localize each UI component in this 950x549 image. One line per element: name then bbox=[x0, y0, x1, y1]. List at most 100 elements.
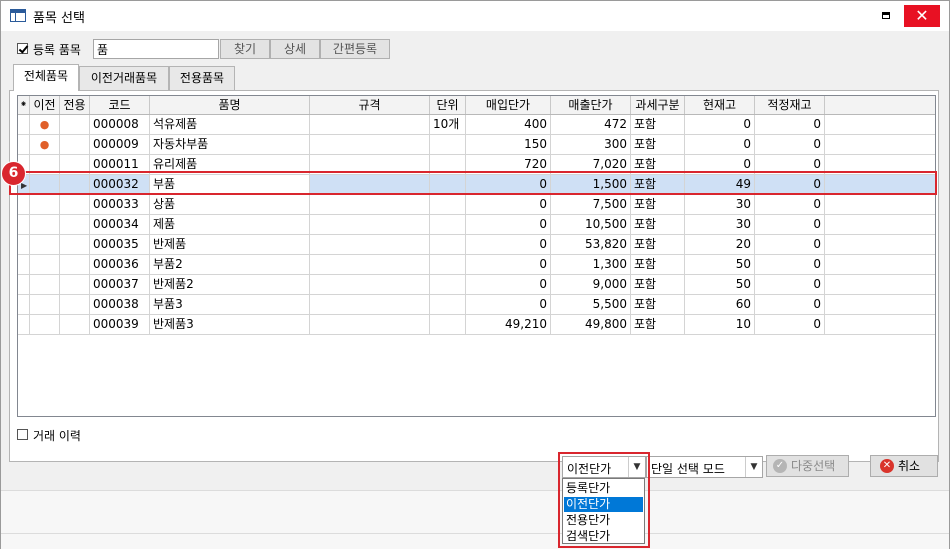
cell-tax[interactable]: 포함 bbox=[631, 275, 685, 295]
cell-exclusive[interactable] bbox=[60, 115, 90, 135]
cell-unit[interactable] bbox=[430, 315, 466, 335]
cell-name[interactable]: 반제품 bbox=[150, 235, 310, 255]
row-indicator[interactable] bbox=[18, 255, 30, 275]
col-buy-price[interactable]: 매입단가 bbox=[466, 96, 551, 114]
cell-stock[interactable]: 0 bbox=[685, 135, 755, 155]
cell-proper[interactable]: 0 bbox=[755, 215, 825, 235]
cell-proper[interactable]: 0 bbox=[755, 115, 825, 135]
selection-mode-select[interactable]: 단일 선택 모드 ▼ bbox=[646, 456, 763, 478]
cell-exclusive[interactable] bbox=[60, 295, 90, 315]
table-row[interactable]: 000033 상품 0 7,500 포함 30 0 bbox=[18, 195, 935, 215]
cell-tax[interactable]: 포함 bbox=[631, 315, 685, 335]
cell-spec[interactable] bbox=[310, 195, 430, 215]
cell-buy[interactable]: 0 bbox=[466, 275, 551, 295]
cell-stock[interactable]: 30 bbox=[685, 215, 755, 235]
cell-sell[interactable]: 1,300 bbox=[551, 255, 631, 275]
cell-prev[interactable] bbox=[30, 295, 60, 315]
cell-exclusive[interactable] bbox=[60, 255, 90, 275]
row-indicator[interactable] bbox=[18, 115, 30, 135]
cell-code[interactable]: 000008 bbox=[90, 115, 150, 135]
cell-sell[interactable]: 472 bbox=[551, 115, 631, 135]
cell-stock[interactable]: 50 bbox=[685, 275, 755, 295]
cell-exclusive[interactable] bbox=[60, 135, 90, 155]
row-indicator[interactable] bbox=[18, 295, 30, 315]
cell-buy[interactable]: 0 bbox=[466, 195, 551, 215]
cell-proper[interactable]: 0 bbox=[755, 295, 825, 315]
cell-buy[interactable]: 0 bbox=[466, 295, 551, 315]
row-indicator[interactable] bbox=[18, 195, 30, 215]
cell-unit[interactable]: 10개 bbox=[430, 115, 466, 135]
cell-tax[interactable]: 포함 bbox=[631, 295, 685, 315]
cell-proper[interactable]: 0 bbox=[755, 315, 825, 335]
cell-tax[interactable]: 포함 bbox=[631, 115, 685, 135]
table-row[interactable]: 000035 반제품 0 53,820 포함 20 0 bbox=[18, 235, 935, 255]
cell-spec[interactable] bbox=[310, 255, 430, 275]
cell-sell[interactable]: 7,500 bbox=[551, 195, 631, 215]
cell-sell[interactable]: 10,500 bbox=[551, 215, 631, 235]
cell-name[interactable]: 부품2 bbox=[150, 255, 310, 275]
cell-stock[interactable]: 20 bbox=[685, 235, 755, 255]
cell-buy[interactable]: 49,210 bbox=[466, 315, 551, 335]
cell-proper[interactable]: 0 bbox=[755, 235, 825, 255]
cell-prev[interactable] bbox=[30, 235, 60, 255]
cell-unit[interactable] bbox=[430, 235, 466, 255]
cell-sell[interactable]: 9,000 bbox=[551, 275, 631, 295]
cell-name[interactable]: 상품 bbox=[150, 195, 310, 215]
cell-code[interactable]: 000037 bbox=[90, 275, 150, 295]
table-row[interactable]: ● 000008 석유제품 10개 400 472 포함 0 0 bbox=[18, 115, 935, 135]
cell-exclusive[interactable] bbox=[60, 215, 90, 235]
cell-sell[interactable]: 5,500 bbox=[551, 295, 631, 315]
cell-prev[interactable]: ● bbox=[30, 115, 60, 135]
table-row[interactable]: ● 000009 자동차부품 150 300 포함 0 0 bbox=[18, 135, 935, 155]
cell-unit[interactable] bbox=[430, 195, 466, 215]
cell-stock[interactable]: 60 bbox=[685, 295, 755, 315]
cell-stock[interactable]: 0 bbox=[685, 115, 755, 135]
cell-code[interactable]: 000039 bbox=[90, 315, 150, 335]
cell-unit[interactable] bbox=[430, 215, 466, 235]
cell-sell[interactable]: 300 bbox=[551, 135, 631, 155]
row-indicator[interactable] bbox=[18, 215, 30, 235]
cell-prev[interactable] bbox=[30, 315, 60, 335]
cell-proper[interactable]: 0 bbox=[755, 135, 825, 155]
table-row[interactable]: 000036 부품2 0 1,300 포함 50 0 bbox=[18, 255, 935, 275]
row-indicator[interactable] bbox=[18, 235, 30, 255]
cell-buy[interactable]: 400 bbox=[466, 115, 551, 135]
cell-tax[interactable]: 포함 bbox=[631, 255, 685, 275]
cell-sell[interactable]: 53,820 bbox=[551, 235, 631, 255]
cell-sell[interactable]: 49,800 bbox=[551, 315, 631, 335]
close-button[interactable]: ✕ bbox=[904, 5, 940, 27]
cell-spec[interactable] bbox=[310, 295, 430, 315]
cell-buy[interactable]: 0 bbox=[466, 255, 551, 275]
cell-spec[interactable] bbox=[310, 235, 430, 255]
col-stock[interactable]: 현재고 bbox=[685, 96, 755, 114]
row-indicator[interactable] bbox=[18, 275, 30, 295]
quick-register-button[interactable]: 간편등록 bbox=[320, 39, 390, 59]
cell-exclusive[interactable] bbox=[60, 235, 90, 255]
maximize-button[interactable] bbox=[879, 9, 893, 23]
cell-proper[interactable]: 0 bbox=[755, 275, 825, 295]
col-spec[interactable]: 규격 bbox=[310, 96, 430, 114]
cell-name[interactable]: 제품 bbox=[150, 215, 310, 235]
search-input[interactable] bbox=[93, 39, 219, 59]
cell-stock[interactable]: 10 bbox=[685, 315, 755, 335]
cell-proper[interactable]: 0 bbox=[755, 195, 825, 215]
cell-spec[interactable] bbox=[310, 115, 430, 135]
find-button[interactable]: 찾기 bbox=[220, 39, 270, 59]
tab-exclusive-items[interactable]: 전용품목 bbox=[169, 66, 235, 90]
detail-button[interactable]: 상세 bbox=[270, 39, 320, 59]
cell-unit[interactable] bbox=[430, 135, 466, 155]
row-indicator[interactable] bbox=[18, 135, 30, 155]
registered-items-checkbox[interactable] bbox=[17, 43, 28, 54]
cell-name[interactable]: 석유제품 bbox=[150, 115, 310, 135]
cell-code[interactable]: 000038 bbox=[90, 295, 150, 315]
multi-select-button[interactable]: ✓ 다중선택 bbox=[766, 455, 849, 477]
cell-exclusive[interactable] bbox=[60, 195, 90, 215]
cell-prev[interactable] bbox=[30, 215, 60, 235]
cell-prev[interactable]: ● bbox=[30, 135, 60, 155]
cell-prev[interactable] bbox=[30, 255, 60, 275]
tab-previous-items[interactable]: 이전거래품목 bbox=[79, 66, 169, 90]
table-row[interactable]: 000039 반제품3 49,210 49,800 포함 10 0 bbox=[18, 315, 935, 335]
history-checkbox[interactable] bbox=[17, 429, 28, 440]
cancel-button[interactable]: ✕ 취소 bbox=[870, 455, 938, 477]
cell-buy[interactable]: 0 bbox=[466, 235, 551, 255]
